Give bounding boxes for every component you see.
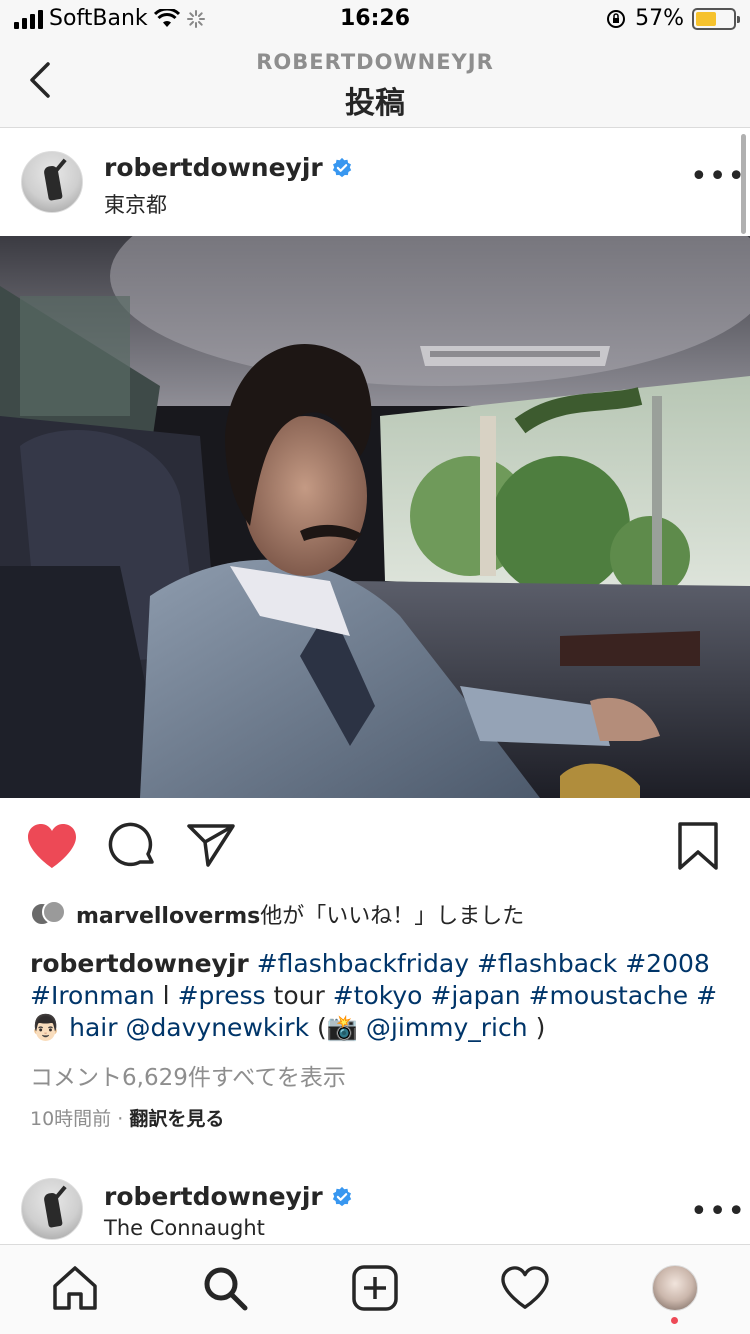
author-avatar[interactable] [21,1178,83,1240]
orientation-lock-icon [607,9,626,28]
bottom-tab-bar [0,1244,750,1334]
more-options-icon[interactable]: ••• [690,159,746,194]
notification-dot [671,1317,678,1324]
caption-text: tour [273,981,325,1010]
caption-text: ) [535,1013,546,1042]
next-post-header: robertdowneyjr The Connaught ••• [0,1156,750,1244]
username-text[interactable]: robertdowneyjr [104,1182,323,1211]
verified-badge-icon [332,157,351,177]
tab-search[interactable] [200,1263,250,1313]
battery-icon [692,7,740,30]
meta-separator: · [117,1108,124,1130]
heart-outline-icon [501,1266,549,1309]
nav-subtitle: ROBERTDOWNEYJR [256,50,494,74]
camera-emoji: 📸 [326,1013,358,1042]
battery-percent: 57% [635,6,684,31]
view-all-comments-link[interactable]: コメント6,629件すべてを表示 [30,1058,346,1092]
tab-activity[interactable] [500,1263,550,1313]
more-options-icon[interactable]: ••• [690,1194,746,1229]
post-location[interactable]: The Connaught [104,1216,265,1240]
nav-title: 投稿 [345,86,405,121]
hashtag[interactable]: #moustache [529,981,689,1010]
liker-avatars [30,896,66,932]
status-bar: SoftBank 16:26 57% [0,0,750,40]
username-text[interactable]: robertdowneyjr [104,153,323,182]
hashtag[interactable]: #2008 [625,949,710,978]
profile-avatar [652,1265,698,1311]
bookmark-icon[interactable] [676,820,720,872]
tab-profile[interactable] [650,1263,700,1313]
author-avatar[interactable] [21,151,83,213]
man-emoji: 👨🏻 [30,1013,62,1042]
hashtag[interactable]: #tokyo [333,981,423,1010]
navigation-bar: ROBERTDOWNEYJR 投稿 [0,40,750,128]
post-caption: robertdowneyjr #flashbackfriday #flashba… [30,948,720,1044]
author-username[interactable]: robertdowneyjr [104,1182,353,1211]
hashtag[interactable]: #press [178,981,266,1010]
comment-icon[interactable] [108,822,156,870]
caption-text: ( [317,1013,327,1042]
post-header: robertdowneyjr 東京都 ••• [0,129,750,235]
verified-badge-icon [332,1186,351,1206]
hashtag[interactable]: # [696,981,717,1010]
caption-text: l [162,981,170,1010]
hashtag[interactable]: #Ironman [30,981,155,1010]
post-meta: 10時間前 · 翻訳を見る [30,1104,224,1131]
author-username[interactable]: robertdowneyjr [104,153,353,182]
translate-link[interactable]: 翻訳を見る [129,1108,224,1130]
liker-username[interactable]: marvelloverms [76,904,260,929]
likes-suffix: 他が「いいね！」しました [260,904,525,929]
home-icon [53,1266,97,1310]
post-location[interactable]: 東京都 [104,189,167,219]
search-icon [204,1267,248,1311]
status-right: 57% [605,6,740,31]
tab-new-post[interactable] [350,1263,400,1313]
post-timestamp: 10時間前 [30,1108,112,1130]
add-post-icon [352,1265,398,1311]
mention[interactable]: @jimmy_rich [366,1013,528,1042]
scrollbar[interactable] [741,134,746,234]
share-icon[interactable] [186,822,236,868]
likes-summary[interactable]: marvelloverms他が「いいね！」しました [30,896,524,932]
mention[interactable]: @davynewkirk [125,1013,309,1042]
hashtag[interactable]: #flashbackfriday [257,949,469,978]
heart-filled-icon[interactable] [26,822,78,870]
hashtag[interactable]: #flashback [477,949,617,978]
post-photo[interactable] [0,236,750,798]
post-actions [0,810,750,882]
caption-text: hair [69,1013,118,1042]
caption-username[interactable]: robertdowneyjr [30,949,249,978]
tab-home[interactable] [50,1263,100,1313]
car-interior-photo [0,236,750,798]
hashtag[interactable]: #japan [430,981,520,1010]
